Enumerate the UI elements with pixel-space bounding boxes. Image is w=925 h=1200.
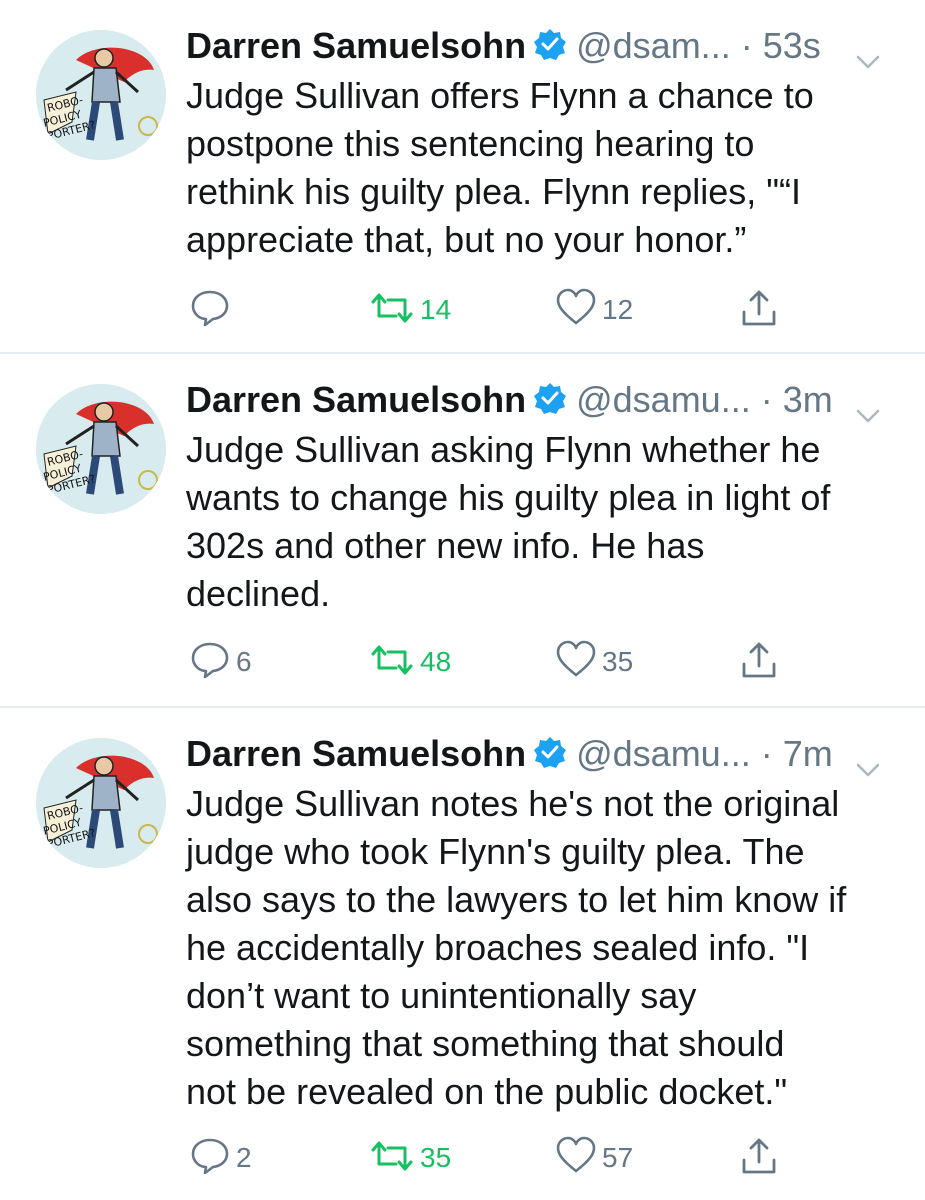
retweet-button[interactable]: 14 xyxy=(370,290,451,330)
avatar[interactable] xyxy=(36,30,166,160)
like-icon xyxy=(556,288,596,333)
author-name[interactable]: Darren Samuelsohn xyxy=(186,25,526,66)
verified-badge-icon xyxy=(532,377,568,429)
retweet-count: 14 xyxy=(420,294,452,325)
like-count: 57 xyxy=(602,1142,634,1173)
share-button[interactable] xyxy=(740,1138,780,1178)
tweet[interactable]: Darren Samuelsohn @dsamu... · 7m Judge Su… xyxy=(0,728,925,1198)
tweet[interactable]: Darren Samuelsohn @dsam... · 53s Judge Su… xyxy=(0,20,925,350)
tweet-text: Judge Sullivan offers Flynn a chance to … xyxy=(186,75,814,260)
author-handle[interactable]: @dsamu... xyxy=(576,733,751,774)
like-button[interactable]: 12 xyxy=(556,288,634,333)
timestamp[interactable]: · 3m xyxy=(761,379,833,420)
reply-count: 2 xyxy=(236,1142,252,1173)
avatar[interactable] xyxy=(36,738,166,868)
retweet-icon xyxy=(370,640,414,685)
share-icon xyxy=(740,1136,780,1181)
like-count: 12 xyxy=(602,294,634,325)
share-icon xyxy=(740,288,780,333)
retweet-button[interactable]: 48 xyxy=(370,642,451,682)
share-button[interactable] xyxy=(740,290,780,330)
tweet-header: Darren Samuelsohn @dsamu... · 3m xyxy=(186,374,881,426)
tweet-actions: 6 48 35 xyxy=(0,640,925,685)
avatar[interactable] xyxy=(36,384,166,514)
reply-icon xyxy=(190,640,230,685)
author-handle[interactable]: @dsamu... xyxy=(576,379,751,420)
timestamp[interactable]: · 53s xyxy=(741,25,821,66)
like-button[interactable]: 35 xyxy=(556,640,634,685)
like-count: 35 xyxy=(602,646,634,677)
retweet-count: 35 xyxy=(420,1142,452,1173)
tweet[interactable]: Darren Samuelsohn @dsamu... · 3m Judge Su… xyxy=(0,374,925,704)
reply-button[interactable] xyxy=(190,290,236,330)
timestamp[interactable]: · 7m xyxy=(761,733,833,774)
tweet-header: Darren Samuelsohn @dsamu... · 7m xyxy=(186,728,881,780)
verified-badge-icon xyxy=(532,23,568,75)
like-icon xyxy=(556,640,596,685)
tweet-header: Darren Samuelsohn @dsam... · 53s xyxy=(186,20,881,72)
reply-count: 6 xyxy=(236,646,252,677)
reply-icon xyxy=(190,288,230,333)
divider xyxy=(0,706,925,708)
tweet-text: Judge Sullivan notes he's not the origin… xyxy=(186,783,847,1112)
retweet-count: 48 xyxy=(420,646,452,677)
tweet-text: Judge Sullivan asking Flynn whether he w… xyxy=(186,429,831,614)
reply-button[interactable]: 2 xyxy=(190,1138,252,1178)
divider xyxy=(0,352,925,354)
tweet-actions: 2 35 57 xyxy=(0,1136,925,1181)
retweet-button[interactable]: 35 xyxy=(370,1138,451,1178)
retweet-icon xyxy=(370,1136,414,1181)
reply-button[interactable]: 6 xyxy=(190,642,252,682)
like-icon xyxy=(556,1136,596,1181)
author-name[interactable]: Darren Samuelsohn xyxy=(186,733,526,774)
retweet-icon xyxy=(370,288,414,333)
share-icon xyxy=(740,640,780,685)
tweet-actions: 14 12 xyxy=(0,288,925,333)
reply-icon xyxy=(190,1136,230,1181)
tweet-feed: Darren Samuelsohn @dsam... · 53s Judge Su… xyxy=(0,0,925,1200)
share-button[interactable] xyxy=(740,642,780,682)
like-button[interactable]: 57 xyxy=(556,1136,634,1181)
author-name[interactable]: Darren Samuelsohn xyxy=(186,379,526,420)
author-handle[interactable]: @dsam... xyxy=(576,25,731,66)
verified-badge-icon xyxy=(532,731,568,783)
